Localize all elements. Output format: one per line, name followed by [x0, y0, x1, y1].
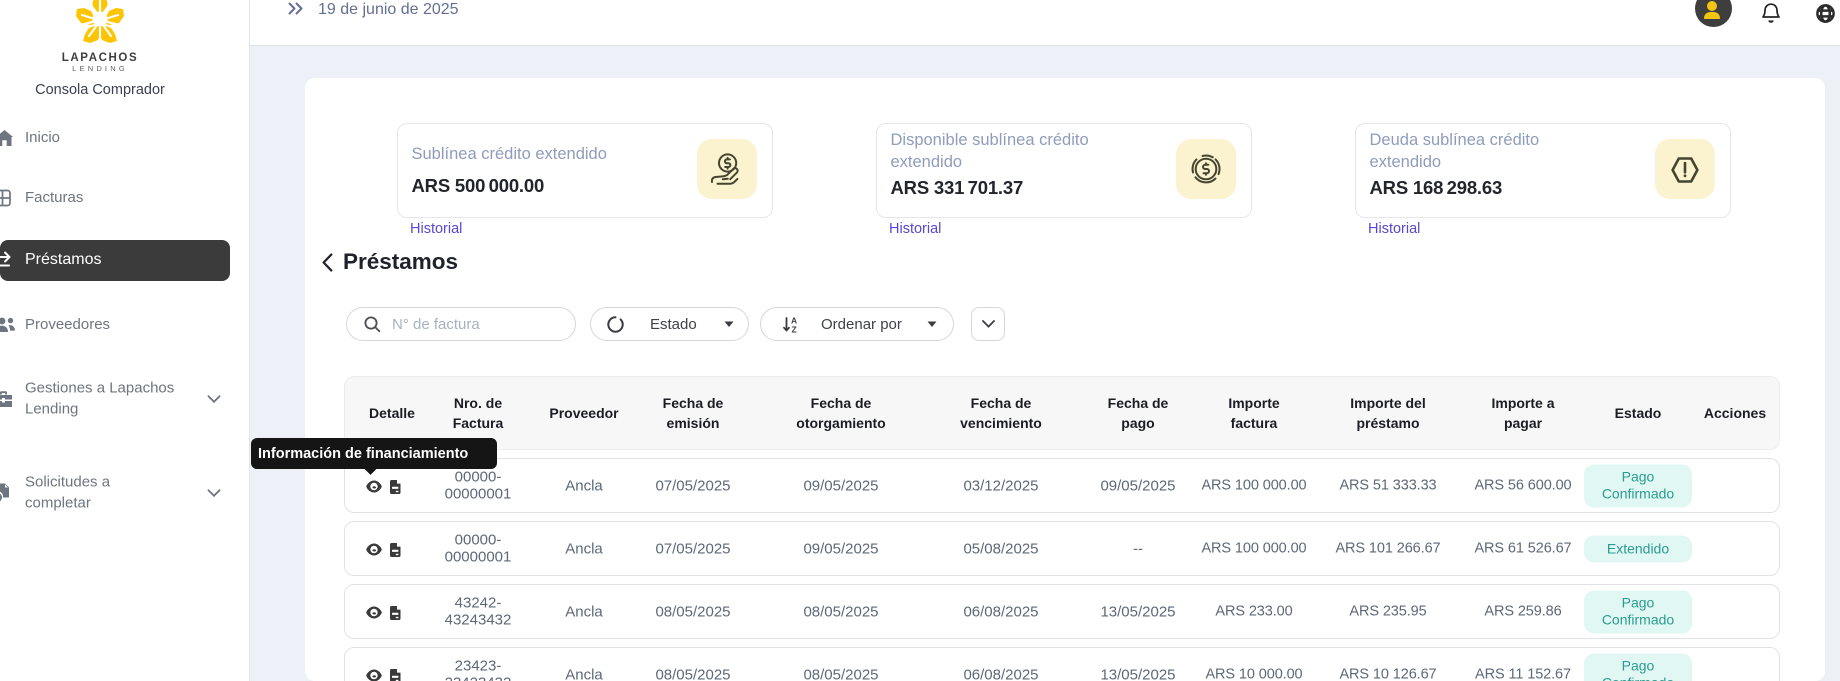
svg-text:Z: Z — [792, 324, 797, 333]
